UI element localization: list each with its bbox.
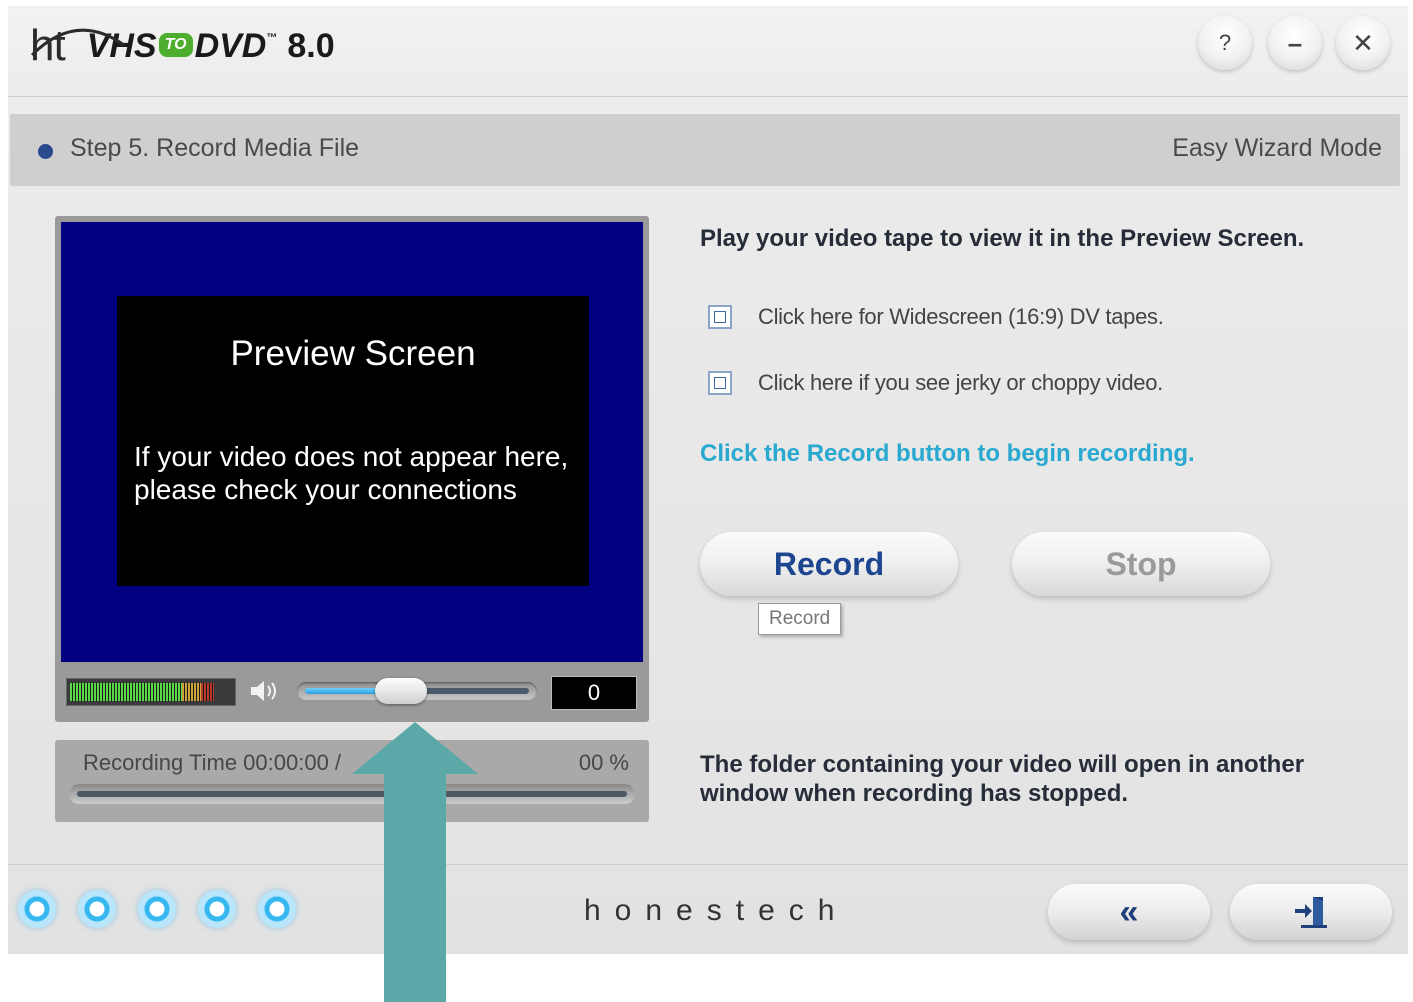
step-dot-4 (198, 890, 236, 928)
meter-clip (201, 683, 214, 701)
app-logo: ht VHS TO DVD ™ 8.0 (30, 18, 335, 74)
annotation-arrow-icon (352, 722, 478, 1002)
title-bar: ht VHS TO DVD ™ 8.0 ? – ✕ (8, 6, 1408, 98)
preview-title: Preview Screen (230, 334, 476, 373)
jerky-video-option-label[interactable]: Click here if you see jerky or choppy vi… (758, 370, 1163, 396)
logo-dvd: DVD (194, 26, 267, 65)
audio-level-meter (66, 678, 236, 706)
recording-time-label: Recording Time 00:00:00 / (83, 750, 342, 775)
app-window: ht VHS TO DVD ™ 8.0 ? – ✕ Step 5. Record… (8, 6, 1408, 954)
play-instruction: Play your video tape to view it in the P… (700, 225, 1305, 252)
preview-message-line2: please check your connections (134, 474, 517, 505)
logo-trademark: ™ (266, 32, 278, 44)
logo-version: 8.0 (287, 26, 335, 65)
title-divider (8, 96, 1408, 97)
record-instruction: Click the Record button to begin recordi… (700, 440, 1195, 467)
brand-label: honestech (584, 894, 849, 927)
widescreen-option[interactable]: Click here for Widescreen (16:9) DV tape… (708, 304, 1164, 330)
recording-percent: 00 % (578, 750, 629, 775)
back-button[interactable]: « (1048, 884, 1210, 940)
volume-slider-thumb[interactable] (375, 678, 428, 704)
step-dot-5 (258, 890, 296, 928)
meter-fill (70, 683, 182, 701)
step-dot-2 (78, 890, 116, 928)
step-dot-3 (138, 890, 176, 928)
step-bar: Step 5. Record Media File Easy Wizard Mo… (10, 114, 1400, 186)
jerky-video-option[interactable]: Click here if you see jerky or choppy vi… (708, 370, 1163, 396)
preview-screen: Preview Screen If your video does not ap… (61, 222, 643, 662)
volume-slider[interactable] (297, 678, 537, 704)
record-button-label: Record (773, 545, 885, 582)
preview-message: If your video does not appear here, plea… (134, 440, 568, 506)
help-button[interactable]: ? (1198, 16, 1252, 70)
wizard-mode-label: Easy Wizard Mode (1172, 134, 1382, 162)
speaker-icon[interactable] (249, 678, 283, 704)
jerky-video-checkbox[interactable] (708, 371, 732, 395)
stop-button-label: Stop (1105, 545, 1177, 582)
checkbox-inner (714, 377, 726, 389)
step-progress-dots (18, 890, 296, 928)
close-button[interactable]: ✕ (1336, 16, 1390, 70)
preview-controls: 0 (61, 668, 643, 714)
close-icon: ✕ (1352, 27, 1374, 58)
step-title: Step 5. Record Media File (70, 134, 360, 162)
folder-open-note: The folder containing your video will op… (700, 751, 1305, 807)
exit-door-icon (1295, 897, 1327, 928)
minimize-button[interactable]: – (1268, 16, 1322, 70)
back-chevron-icon: « (1119, 892, 1139, 931)
logo-ht: ht (30, 21, 125, 71)
preview-message-line1: If your video does not appear here, (134, 441, 569, 472)
widescreen-option-label[interactable]: Click here for Widescreen (16:9) DV tape… (758, 304, 1164, 330)
help-icon: ? (1218, 30, 1232, 55)
exit-button[interactable] (1230, 884, 1392, 940)
volume-counter: 0 (551, 676, 637, 710)
logo-to-badge: TO (158, 33, 193, 57)
preview-message-box: Preview Screen If your video does not ap… (117, 296, 589, 586)
record-button[interactable]: Record (700, 532, 958, 596)
preview-panel: Preview Screen If your video does not ap… (55, 216, 649, 722)
footer-divider (8, 864, 1408, 865)
stop-button[interactable]: Stop (1012, 532, 1270, 596)
meter-peak (182, 683, 202, 701)
minimize-icon: – (1287, 27, 1303, 58)
step-bullet-icon (38, 144, 53, 159)
step-dot-1 (18, 890, 56, 928)
checkbox-inner (714, 311, 726, 323)
logo-arc-icon (30, 28, 125, 57)
widescreen-checkbox[interactable] (708, 305, 732, 329)
record-tooltip: Record (758, 603, 842, 635)
